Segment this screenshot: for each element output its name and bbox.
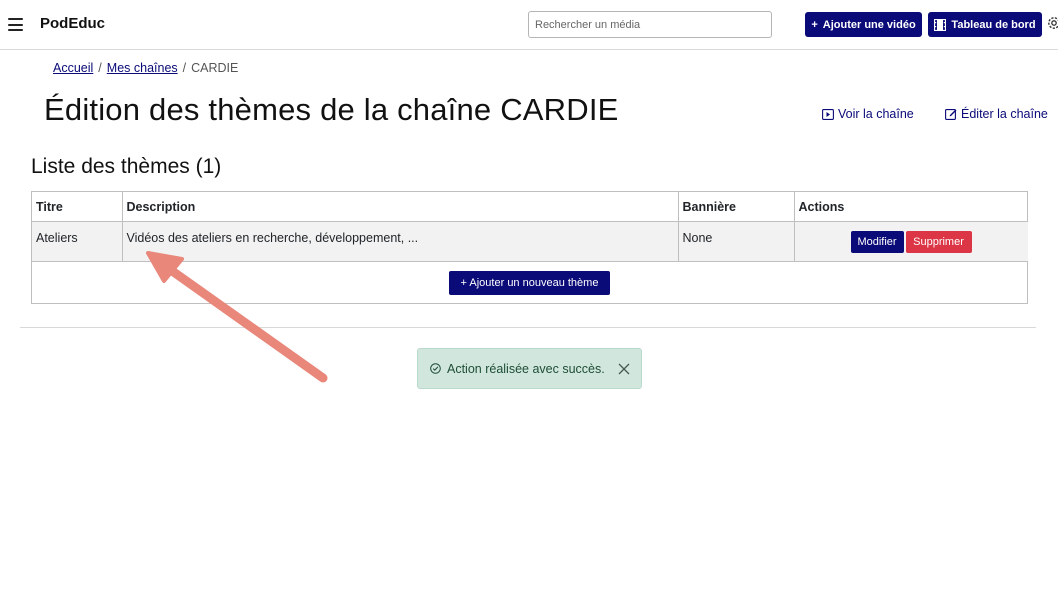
delete-button[interactable]: Supprimer [905,230,972,253]
breadcrumb-separator: / [182,61,187,75]
gear-icon[interactable] [1046,15,1058,31]
view-channel-link[interactable]: Voir la chaîne [822,107,914,121]
table-header-row: Titre Description Bannière Actions [32,192,1028,222]
cell-actions: Modifier Supprimer [794,221,1028,262]
top-navbar: PodEduc + Ajouter une vidéo Tableau de b… [0,0,1058,50]
view-channel-label: Voir la chaîne [838,107,914,121]
column-header-banniere: Bannière [678,192,795,222]
add-video-button[interactable]: + Ajouter une vidéo [805,12,922,37]
dashboard-label: Tableau de bord [951,18,1036,31]
plus-icon: + [811,18,818,31]
breadcrumb: Accueil / Mes chaînes / CARDIE [53,61,238,75]
edit-channel-link[interactable]: Éditer la chaîne [945,107,1048,121]
column-header-description: Description [122,192,679,222]
divider [20,327,1036,328]
breadcrumb-separator: / [98,61,102,75]
breadcrumb-current: CARDIE [191,61,239,75]
alert-message: Action réalisée avec succès. [447,361,605,376]
column-header-titre: Titre [32,192,123,222]
dashboard-button[interactable]: Tableau de bord [928,12,1042,37]
page-title: Édition des thèmes de la chaîne CARDIE [44,92,619,127]
breadcrumb-home-link[interactable]: Accueil [53,61,93,75]
modify-button[interactable]: Modifier [850,230,904,253]
search-input[interactable] [528,11,772,38]
column-header-actions: Actions [794,192,1028,222]
success-alert: Action réalisée avec succès. [417,348,642,389]
cell-description: Vidéos des ateliers en recherche, dévelo… [122,221,679,262]
film-icon [934,18,947,31]
close-icon[interactable] [617,362,631,376]
edit-channel-label: Éditer la chaîne [961,107,1048,121]
breadcrumb-channels-link[interactable]: Mes chaînes [107,61,178,75]
cell-banniere: None [678,221,795,262]
table-row: Ateliers Vidéos des ateliers en recherch… [32,221,1028,262]
play-icon [822,108,834,120]
edit-icon [945,109,957,120]
themes-list-title: Liste des thèmes (1) [31,155,222,178]
add-theme-button[interactable]: + Ajouter un nouveau thème [449,271,610,295]
themes-table: Titre Description Bannière Actions Ateli… [31,191,1028,304]
add-video-label: Ajouter une vidéo [822,18,916,31]
add-theme-row: + Ajouter un nouveau thème [32,263,1027,303]
menu-icon[interactable] [8,18,23,31]
cell-titre: Ateliers [32,221,123,262]
brand-logo[interactable]: PodEduc [40,15,105,32]
check-circle-icon [430,363,441,374]
